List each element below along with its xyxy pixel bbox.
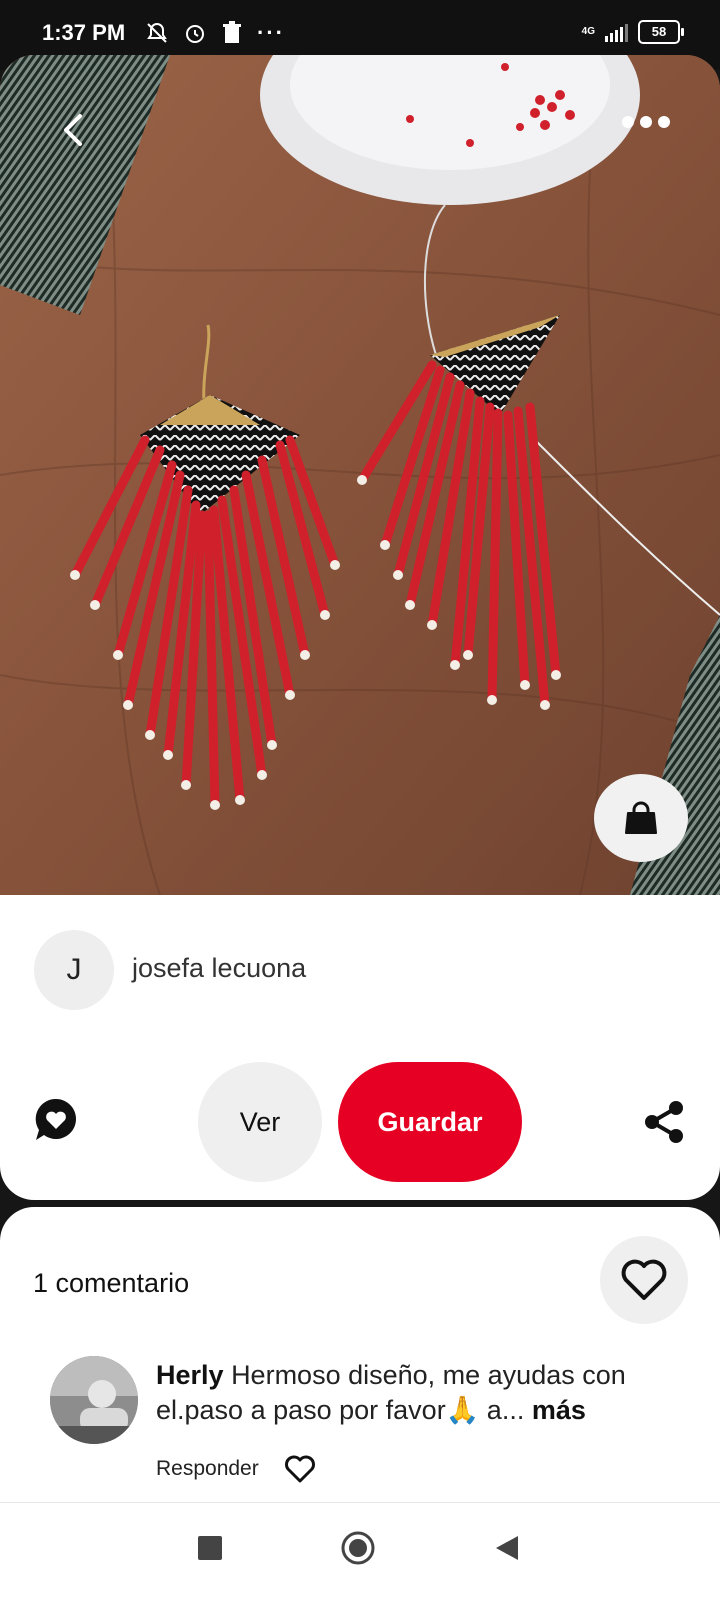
view-button[interactable]: Ver xyxy=(198,1062,322,1182)
comment-author[interactable]: Herly xyxy=(156,1360,224,1390)
muted-bell-icon xyxy=(147,22,167,43)
home-icon[interactable] xyxy=(340,1530,376,1566)
comment-more-link[interactable]: más xyxy=(532,1395,586,1425)
share-icon[interactable] xyxy=(640,1098,688,1146)
pin-image-illustration xyxy=(0,55,720,895)
network-type: 4G xyxy=(581,26,595,37)
alarm-icon xyxy=(186,25,204,43)
recents-icon[interactable] xyxy=(198,1536,222,1560)
chat-heart-icon[interactable] xyxy=(32,1096,80,1144)
more-dots-icon[interactable] xyxy=(622,116,670,128)
status-time: 1:37 PM xyxy=(42,20,126,45)
more-notifications-icon: ··· xyxy=(257,20,285,45)
nav-back-icon[interactable] xyxy=(494,1534,520,1562)
shopping-bag-button[interactable] xyxy=(594,774,688,862)
comment-heart-icon[interactable] xyxy=(284,1454,316,1484)
back-arrow-icon[interactable] xyxy=(54,110,94,150)
creator-avatar[interactable]: J xyxy=(34,930,114,1010)
creator-name[interactable]: josefa lecuona xyxy=(132,953,306,984)
pin-image[interactable] xyxy=(0,55,720,895)
comments-count[interactable]: 1 comentario xyxy=(33,1268,189,1299)
battery-icon: 58 xyxy=(638,20,684,44)
like-button[interactable] xyxy=(600,1236,688,1324)
save-button[interactable]: Guardar xyxy=(338,1062,522,1182)
heart-outline-icon xyxy=(621,1259,667,1300)
avatar-photo xyxy=(50,1356,138,1444)
battery-level: 58 xyxy=(651,24,667,39)
status-system-icons: 4G 58 xyxy=(581,20,684,44)
reply-button[interactable]: Responder xyxy=(156,1457,259,1481)
trash-icon xyxy=(223,21,241,43)
status-notification-icons: ··· xyxy=(145,20,285,46)
signal-icon xyxy=(605,22,628,42)
comment-author-avatar[interactable] xyxy=(50,1356,138,1444)
comment-body: Herly Hermoso diseño, me ayudas con el.p… xyxy=(156,1358,676,1428)
shopping-bag-icon xyxy=(625,801,657,834)
